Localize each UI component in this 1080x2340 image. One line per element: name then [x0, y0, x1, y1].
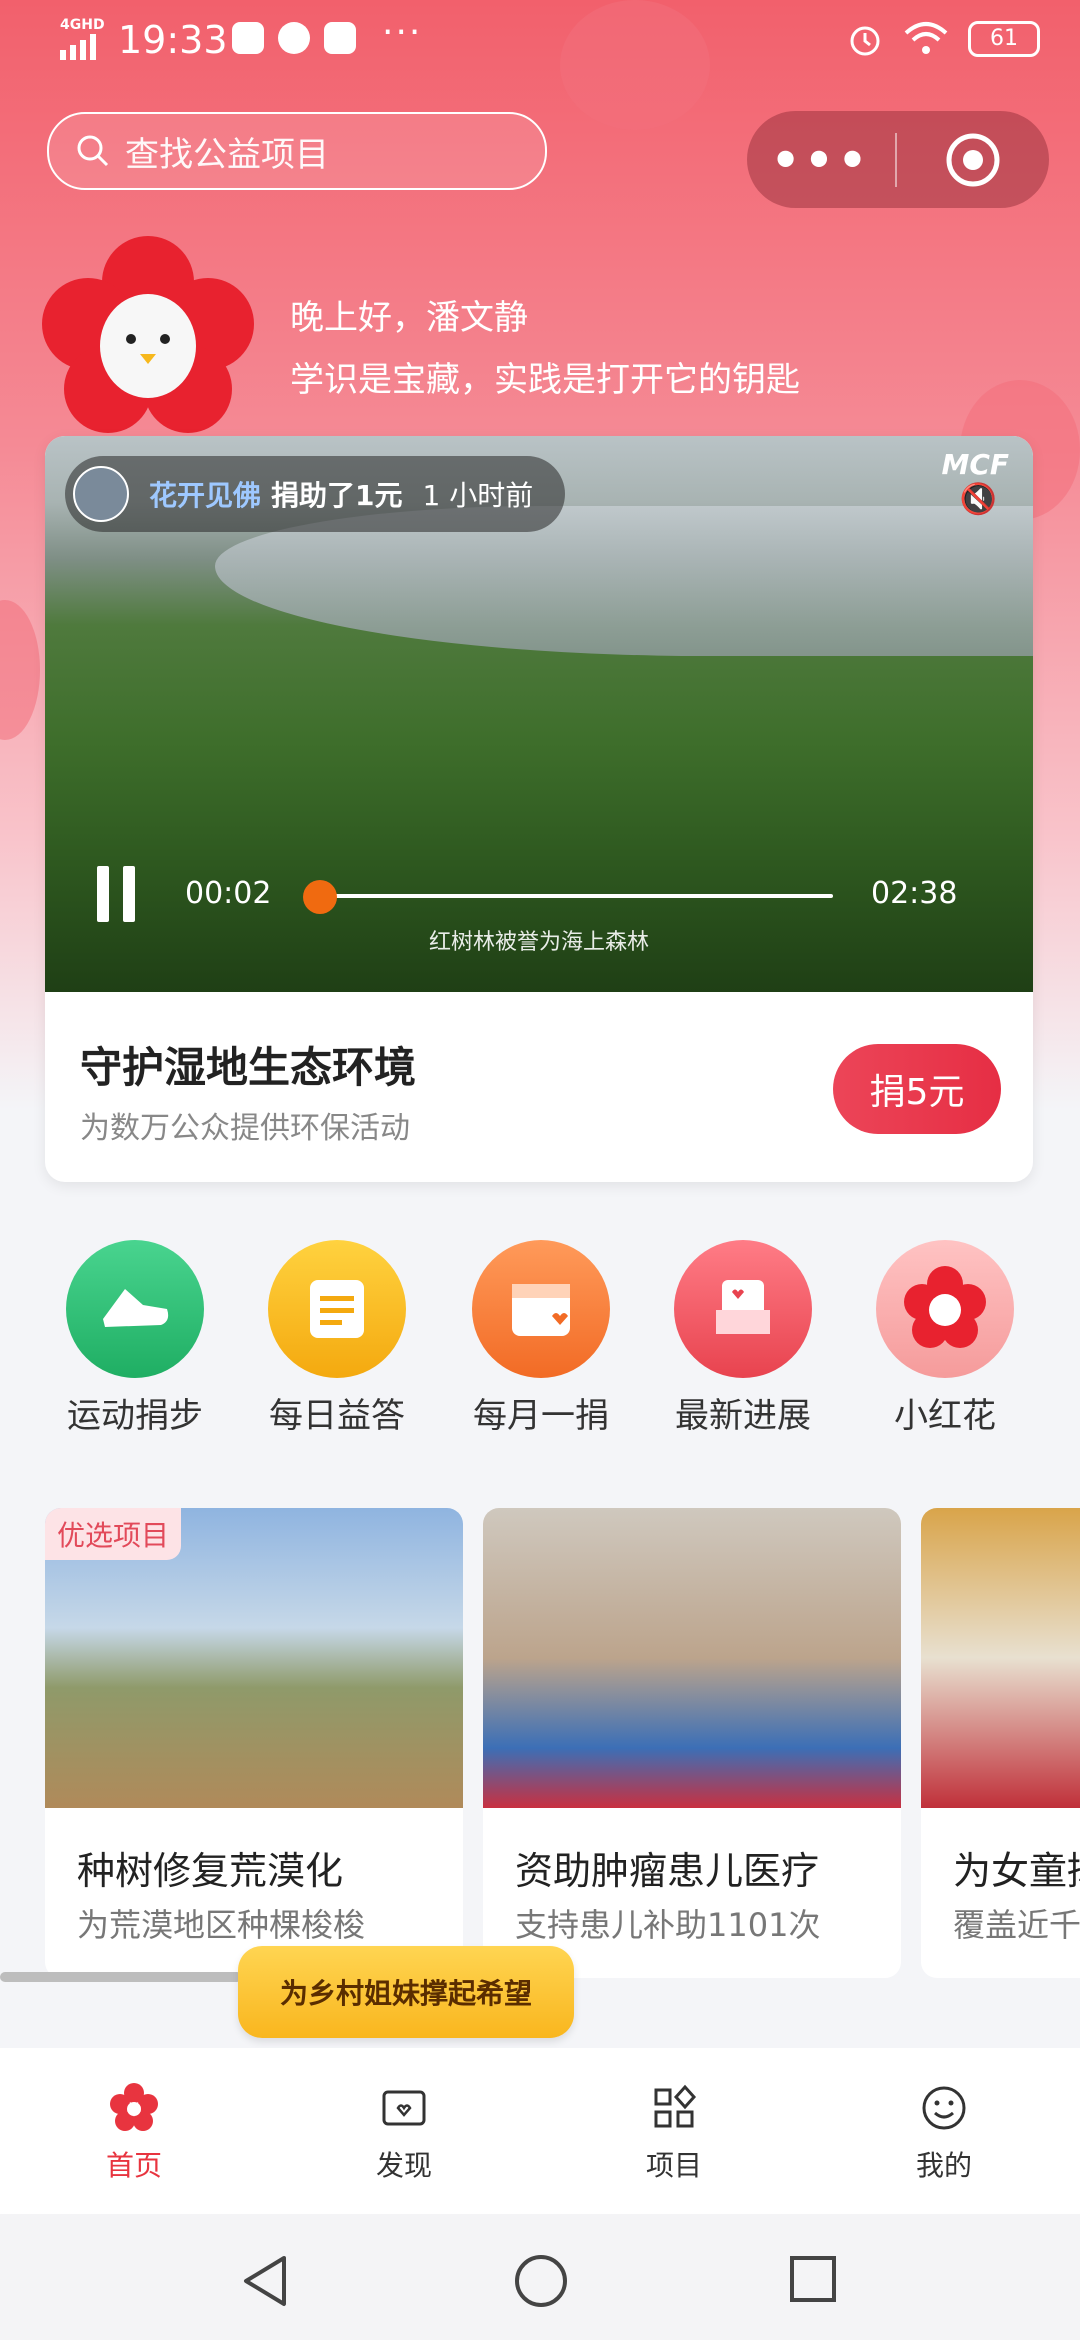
featured-subtitle: 为数万公众提供环保活动 [80, 1111, 410, 1146]
featured-badge: 优选项目 [45, 1508, 182, 1560]
project-subtitle: 为荒漠地区种棵梭梭 [77, 1906, 366, 1944]
entry-label: 小红花 [894, 1396, 996, 1436]
project-title: 为女童撑 [953, 1849, 1080, 1893]
donor-time: 1 小时前 [422, 479, 534, 512]
mute-icon[interactable]: 🔇 [960, 482, 997, 517]
greeting-text: 晚上好，潘文静 [290, 298, 528, 338]
wifi-icon [904, 22, 948, 54]
signal-icon [60, 34, 96, 60]
miniprogram-capsule: ••• [747, 111, 1049, 208]
featured-project-card[interactable]: 花开见佛 捐助了1元 1 小时前 MCF 🔇 00:02 02:38 红树林被誉… [45, 436, 1033, 1182]
tab-mine[interactable]: 我的 [844, 2082, 1044, 2184]
app-notification-icon [278, 22, 310, 54]
project-card[interactable]: 资助肿瘤患儿医疗 支持患儿补助1101次 [483, 1508, 901, 1978]
back-icon[interactable] [240, 2254, 290, 2312]
entry-monthly-donate[interactable]: 每月一捐 [446, 1240, 636, 1437]
progress-track[interactable] [313, 894, 833, 898]
grid-icon [654, 2084, 697, 2128]
entry-label: 运动捐步 [67, 1396, 203, 1436]
more-menu-button[interactable]: ••• [747, 133, 895, 187]
tab-home[interactable]: 首页 [34, 2082, 234, 2184]
project-card[interactable]: 为女童撑 覆盖近千 [921, 1508, 1080, 1978]
entry-label: 每日益答 [269, 1396, 405, 1436]
red-flower-icon [876, 1240, 1014, 1378]
smiley-icon [922, 2086, 966, 2130]
home-circle-icon[interactable] [514, 2254, 568, 2312]
project-title: 种树修复荒漠化 [77, 1849, 344, 1893]
project-image [483, 1508, 901, 1808]
video-caption: 红树林被誉为海上森林 [428, 930, 649, 955]
project-title: 资助肿瘤患儿医疗 [515, 1849, 820, 1893]
quiz-card-icon [268, 1240, 406, 1378]
project-card[interactable]: 优选项目 种树修复荒漠化 为荒漠地区种棵梭梭 [45, 1508, 463, 1978]
video-player[interactable]: 花开见佛 捐助了1元 1 小时前 MCF 🔇 00:02 02:38 红树林被誉… [45, 436, 1033, 992]
project-subtitle: 支持患儿补助1101次 [515, 1906, 821, 1944]
promo-tooltip[interactable]: 为乡村姐妹撑起希望 [238, 1946, 574, 2038]
search-placeholder: 查找公益项目 [125, 134, 329, 175]
app-notification-icon [232, 22, 264, 54]
entry-exercise-donate[interactable]: 运动捐步 [40, 1240, 230, 1437]
entry-latest-progress[interactable]: 最新进展 [648, 1240, 838, 1437]
featured-title: 守护湿地生态环境 [80, 1043, 417, 1092]
donor-name: 花开见佛 [149, 479, 262, 512]
notification-icons [232, 22, 356, 54]
app-notification-icon [324, 22, 356, 54]
entry-label: 最新进展 [675, 1396, 811, 1436]
sneaker-icon [66, 1240, 204, 1378]
recent-donation-pill: 花开见佛 捐助了1元 1 小时前 [65, 456, 566, 532]
network-type: 4GHD [60, 17, 105, 33]
tab-projects[interactable]: 项目 [574, 2082, 774, 2184]
tab-label: 发现 [375, 2149, 432, 2182]
system-navigation-bar [0, 2214, 1080, 2340]
entry-daily-quiz[interactable]: 每日益答 [242, 1240, 432, 1437]
tab-label: 我的 [915, 2149, 972, 2182]
discover-icon [382, 2090, 426, 2126]
carousel-scrollbar [0, 1972, 242, 1982]
project-subtitle: 覆盖近千 [953, 1906, 1080, 1944]
inbox-heart-icon [674, 1240, 812, 1378]
red-flower-mascot [42, 236, 254, 433]
flower-home-icon [110, 2083, 158, 2131]
quick-entries: 运动捐步 每日益答 每月一捐 最新进展 小红花 [0, 1240, 1080, 1440]
video-duration: 02:38 [871, 876, 958, 911]
entry-label: 每月一捐 [473, 1396, 609, 1436]
tab-discover[interactable]: 发现 [304, 2082, 504, 2184]
mcf-logo: MCF [941, 448, 1009, 481]
alarm-icon [850, 26, 880, 56]
donor-action: 捐助了1元 [271, 479, 403, 512]
close-miniprogram-button[interactable] [897, 131, 1049, 189]
tab-label: 首页 [105, 2149, 162, 2182]
search-icon [77, 135, 109, 167]
pause-button[interactable] [97, 866, 137, 922]
tab-label: 项目 [645, 2149, 702, 2182]
project-image [921, 1508, 1080, 1808]
more-notifications: ··· [382, 12, 423, 53]
status-time: 19:33 [118, 18, 228, 62]
bottom-tab-bar: 首页 发现 项目 我的 [0, 2048, 1080, 2214]
search-input[interactable]: 查找公益项目 [47, 112, 547, 190]
target-close-icon [946, 133, 1000, 186]
daily-motto: 学识是宝藏，实践是打开它的钥匙 [290, 360, 800, 400]
battery-indicator: 61 [968, 21, 1040, 57]
calendar-heart-icon [472, 1240, 610, 1378]
status-bar: 4GHD 19:33 ··· 61 [0, 0, 1080, 90]
project-carousel[interactable]: 优选项目 种树修复荒漠化 为荒漠地区种棵梭梭 资助肿瘤患儿医疗 支持患儿补助11… [45, 1508, 1080, 1978]
progress-knob[interactable] [302, 880, 337, 914]
donate-button[interactable]: 捐5元 [833, 1044, 1001, 1134]
donor-avatar [73, 466, 129, 522]
current-time: 00:02 [185, 876, 272, 911]
entry-little-red-flower[interactable]: 小红花 [850, 1240, 1040, 1437]
recents-square-icon[interactable] [788, 2254, 838, 2308]
